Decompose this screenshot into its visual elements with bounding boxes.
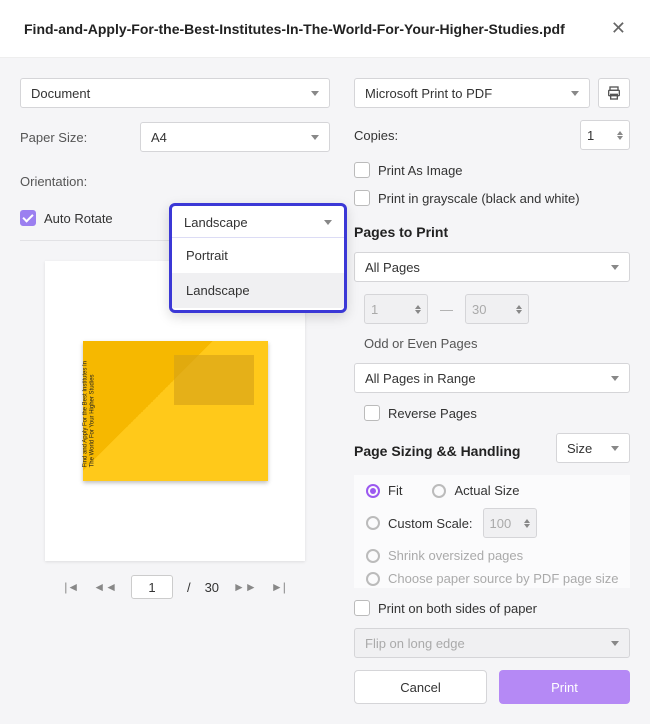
printer-select[interactable]: Microsoft Print to PDF [354, 78, 590, 108]
print-label: Print [551, 680, 578, 695]
chevron-down-icon [311, 91, 319, 96]
actual-size-radio[interactable]: Actual Size [432, 483, 519, 498]
pager-last-button[interactable]: ►| [271, 580, 286, 594]
radio-icon [366, 549, 380, 563]
copies-label: Copies: [354, 128, 398, 143]
radio-icon [366, 484, 380, 498]
reverse-label: Reverse Pages [388, 406, 477, 421]
chevron-down-icon [571, 91, 579, 96]
chevron-down-icon [311, 135, 319, 140]
checkbox-icon [354, 190, 370, 206]
pager-next-button[interactable]: ►► [233, 580, 257, 594]
range-dash: — [440, 302, 453, 317]
checkbox-icon [20, 210, 36, 226]
checkbox-icon [364, 405, 380, 421]
close-button[interactable]: ✕ [603, 14, 634, 43]
radio-icon [432, 484, 446, 498]
dialog-title: Find-and-Apply-For-the-Best-Institutes-I… [24, 21, 565, 37]
chevron-down-icon [611, 376, 619, 381]
range-from-value: 1 [371, 302, 378, 317]
spinner-icon [516, 305, 522, 314]
checkbox-icon [354, 600, 370, 616]
pager: |◄ ◄◄ / 30 ►► ►| [64, 575, 286, 599]
flip-select: Flip on long edge [354, 628, 630, 658]
pager-first-button[interactable]: |◄ [64, 580, 79, 594]
sizing-mode-select[interactable]: Size [556, 433, 630, 463]
fit-radio[interactable]: Fit [366, 483, 402, 498]
shrink-radio: Shrink oversized pages [366, 548, 624, 563]
orientation-value: Landscape [184, 215, 248, 230]
custom-scale-label: Custom Scale: [388, 516, 473, 531]
pages-value: All Pages [365, 260, 420, 275]
choose-source-radio: Choose paper source by PDF page size [366, 571, 624, 586]
flip-value: Flip on long edge [365, 636, 465, 651]
mode-select[interactable]: Document [20, 78, 330, 108]
reverse-checkbox[interactable]: Reverse Pages [354, 405, 630, 421]
odd-even-value: All Pages in Range [365, 371, 476, 386]
chevron-down-icon [611, 265, 619, 270]
auto-rotate-label: Auto Rotate [44, 211, 113, 226]
chevron-down-icon [324, 220, 332, 225]
spinner-icon[interactable] [617, 131, 623, 140]
orientation-dropdown[interactable]: Landscape Portrait Landscape [169, 203, 347, 313]
radio-icon [366, 516, 380, 530]
print-button[interactable]: Print [499, 670, 630, 704]
choose-source-label: Choose paper source by PDF page size [388, 571, 619, 586]
duplex-label: Print on both sides of paper [378, 601, 537, 616]
orientation-option-landscape[interactable]: Landscape [172, 273, 344, 308]
range-to-value: 30 [472, 302, 486, 317]
cancel-label: Cancel [400, 680, 440, 695]
sizing-title: Page Sizing && Handling [354, 443, 520, 459]
chevron-down-icon [611, 641, 619, 646]
grayscale-checkbox[interactable]: Print in grayscale (black and white) [354, 190, 630, 206]
pager-prev-button[interactable]: ◄◄ [93, 580, 117, 594]
custom-scale-radio[interactable]: Custom Scale: [366, 516, 473, 531]
odd-even-select[interactable]: All Pages in Range [354, 363, 630, 393]
print-as-image-label: Print As Image [378, 163, 463, 178]
checkbox-icon [354, 162, 370, 178]
preview-caption: Find and Apply For the Best Institutes I… [82, 357, 96, 467]
paper-size-value: A4 [151, 130, 167, 145]
pager-sep: / [187, 580, 191, 595]
custom-scale-value: 100 [490, 516, 512, 531]
orientation-select[interactable]: Landscape [172, 208, 344, 238]
shrink-label: Shrink oversized pages [388, 548, 523, 563]
sizing-mode-value: Size [567, 441, 592, 456]
orientation-option-portrait[interactable]: Portrait [172, 238, 344, 273]
copies-input[interactable]: 1 [580, 120, 630, 150]
radio-icon [366, 572, 380, 586]
orientation-label: Orientation: [20, 174, 130, 189]
odd-even-label: Odd or Even Pages [354, 336, 630, 351]
spinner-icon [415, 305, 421, 314]
cancel-button[interactable]: Cancel [354, 670, 487, 704]
paper-size-select[interactable]: A4 [140, 122, 330, 152]
pages-to-print-title: Pages to Print [354, 224, 630, 240]
range-to-input: 30 [465, 294, 529, 324]
mode-value: Document [31, 86, 90, 101]
printer-icon [606, 85, 622, 101]
custom-scale-input: 100 [483, 508, 537, 538]
actual-label: Actual Size [454, 483, 519, 498]
fit-label: Fit [388, 483, 402, 498]
pager-current-input[interactable] [131, 575, 173, 599]
pager-total: 30 [205, 580, 219, 595]
grayscale-label: Print in grayscale (black and white) [378, 191, 580, 206]
pages-select[interactable]: All Pages [354, 252, 630, 282]
preview-thumbnail: Find and Apply For the Best Institutes I… [83, 341, 268, 481]
spinner-icon [524, 519, 530, 528]
range-from-input: 1 [364, 294, 428, 324]
print-as-image-checkbox[interactable]: Print As Image [354, 162, 630, 178]
chevron-down-icon [611, 446, 619, 451]
printer-value: Microsoft Print to PDF [365, 86, 492, 101]
copies-value: 1 [587, 128, 594, 143]
paper-size-label: Paper Size: [20, 130, 130, 145]
system-print-button[interactable] [598, 78, 630, 108]
duplex-checkbox[interactable]: Print on both sides of paper [354, 600, 630, 616]
